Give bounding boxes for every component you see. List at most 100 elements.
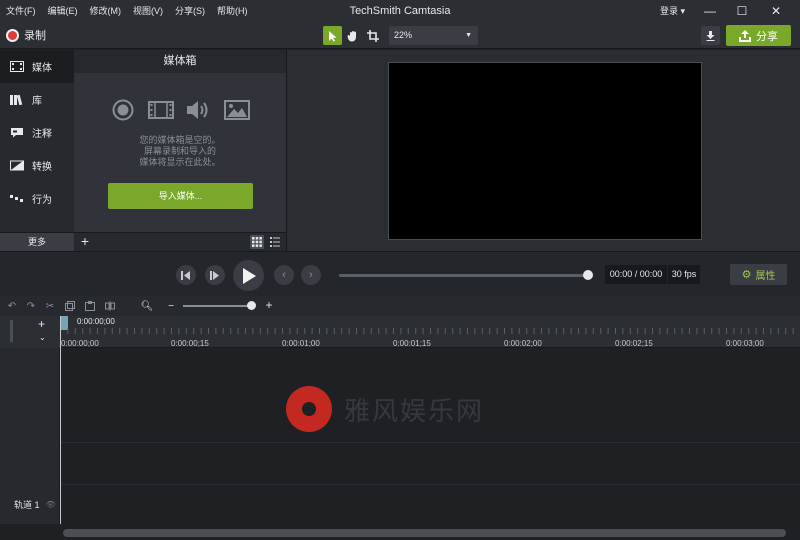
share-button[interactable]: 分享	[726, 25, 791, 46]
menu-file[interactable]: 文件(F)	[0, 0, 42, 22]
split-icon[interactable]	[103, 300, 117, 312]
tick-label: 0:00:00;15	[171, 339, 209, 348]
ruler-tick	[489, 328, 491, 334]
undo-icon[interactable]: ↶	[5, 300, 19, 312]
chevron-down-icon: ▼	[465, 32, 472, 39]
timeline-zoom-slider[interactable]	[183, 305, 255, 307]
ruler-tick	[296, 328, 298, 334]
annotation-icon	[10, 127, 24, 139]
menu-share[interactable]: 分享(S)	[169, 0, 211, 22]
ruler-tick	[526, 328, 528, 334]
ruler-tick	[615, 328, 616, 334]
redo-icon[interactable]: ↷	[24, 300, 38, 312]
menu-help[interactable]: 帮助(H)	[211, 0, 254, 22]
next-button[interactable]: ›	[301, 265, 321, 285]
ruler-tick	[74, 328, 76, 334]
list-view-icon[interactable]	[268, 235, 282, 249]
search-icon: 🔍︎	[140, 300, 154, 312]
timeline-track-area[interactable]	[60, 348, 800, 524]
sidebar-item-label: 转换	[32, 162, 52, 173]
import-media-button[interactable]: 导入媒体...	[108, 183, 253, 209]
ruler-tick	[696, 328, 698, 334]
share-label: 分享	[756, 30, 778, 43]
ruler-tick	[333, 328, 335, 334]
grid-view-icon[interactable]	[250, 235, 264, 249]
timeline-ruler[interactable]: 0:00:00;00 0:00:00;00 0:00:00;15 0:00:01…	[60, 316, 800, 348]
step-back-button[interactable]	[176, 265, 196, 285]
ruler-tick	[134, 328, 135, 334]
play-button[interactable]	[233, 260, 264, 291]
ruler-tick	[111, 328, 113, 334]
download-button[interactable]	[701, 26, 720, 45]
zoom-in-icon[interactable]: +	[262, 298, 276, 312]
login-menu[interactable]: 登录 ▾	[660, 0, 685, 22]
image-icon	[224, 98, 250, 122]
timeline-scrollbar[interactable]	[60, 527, 800, 540]
ruler-tick	[792, 328, 794, 334]
track-header-top: + ⌄	[0, 316, 60, 348]
maximize-button[interactable]: ☐	[727, 0, 757, 22]
menu-edit[interactable]: 编辑(E)	[42, 0, 84, 22]
crop-tool-button[interactable]	[363, 26, 382, 45]
minimize-button[interactable]: —	[695, 0, 725, 22]
ruler-tick	[230, 328, 232, 334]
audio-icon	[186, 98, 212, 122]
preview-canvas[interactable]	[388, 62, 702, 240]
sidebar-item-label: 行为	[32, 195, 52, 206]
previous-button[interactable]: ‹	[274, 265, 294, 285]
pan-tool-button[interactable]	[343, 26, 362, 45]
ruler-tick	[644, 328, 646, 334]
ruler-tick	[740, 328, 742, 334]
ruler-tick	[481, 328, 483, 334]
copy-icon[interactable]	[63, 300, 77, 312]
cut-icon[interactable]: ✂	[43, 300, 57, 312]
ruler-tick	[718, 328, 720, 334]
media-type-icons	[74, 98, 286, 122]
properties-button[interactable]: ⚙ 属性	[730, 264, 787, 285]
ruler-tick	[422, 328, 424, 334]
tick-label: 0:00:02;15	[615, 339, 653, 348]
chevron-down-icon[interactable]: ⌄	[39, 333, 46, 342]
more-button[interactable]: 更多	[0, 233, 74, 251]
sidebar-item-annotations[interactable]: 注释	[0, 116, 74, 149]
select-tool-button[interactable]	[323, 26, 342, 45]
zoom-select[interactable]: 22% ▼	[389, 26, 478, 45]
track-1[interactable]: 轨道 1 👁︎	[0, 484, 60, 524]
sidebar-item-behaviors[interactable]: 行为	[0, 182, 74, 215]
add-icon[interactable]: +	[78, 233, 92, 251]
timeline-zoom-handle[interactable]	[247, 301, 256, 310]
sidebar-item-media[interactable]: 媒体	[0, 50, 74, 83]
ruler-tick	[259, 328, 261, 334]
record-icon	[6, 28, 19, 42]
empty-line-1: 您的媒体箱是空的。	[139, 135, 221, 145]
step-forward-button[interactable]	[205, 265, 225, 285]
ruler-tick	[474, 328, 476, 334]
close-button[interactable]: ✕	[761, 0, 791, 22]
ruler-tick	[437, 328, 439, 334]
scrub-handle[interactable]	[583, 270, 593, 280]
ruler-tick	[733, 328, 735, 334]
scrub-track[interactable]	[339, 274, 590, 277]
add-track-icon[interactable]: +	[38, 317, 45, 331]
preview-area	[286, 50, 800, 251]
ruler-tick	[711, 328, 713, 334]
share-icon	[739, 29, 751, 42]
scrollbar-thumb[interactable]	[63, 529, 786, 537]
ruler-tick	[289, 328, 291, 334]
ruler-tick	[755, 328, 757, 334]
eye-icon[interactable]: 👁︎	[46, 500, 56, 509]
zoom-value: 22%	[394, 30, 413, 40]
zoom-out-icon[interactable]: −	[164, 300, 178, 312]
ruler-tick	[467, 328, 468, 334]
ruler-tick	[785, 328, 787, 334]
sidebar-item-library[interactable]: 库	[0, 83, 74, 116]
ruler-tick	[652, 328, 653, 334]
ruler-tick	[148, 328, 150, 334]
record-button[interactable]: 录制	[6, 27, 46, 43]
sidebar-item-transitions[interactable]: 转换	[0, 149, 74, 182]
ruler-tick	[430, 328, 431, 334]
menu-view[interactable]: 视图(V)	[127, 0, 169, 22]
paste-icon[interactable]	[83, 300, 97, 312]
ruler-tick	[585, 328, 587, 334]
menu-modify[interactable]: 修改(M)	[84, 0, 128, 22]
